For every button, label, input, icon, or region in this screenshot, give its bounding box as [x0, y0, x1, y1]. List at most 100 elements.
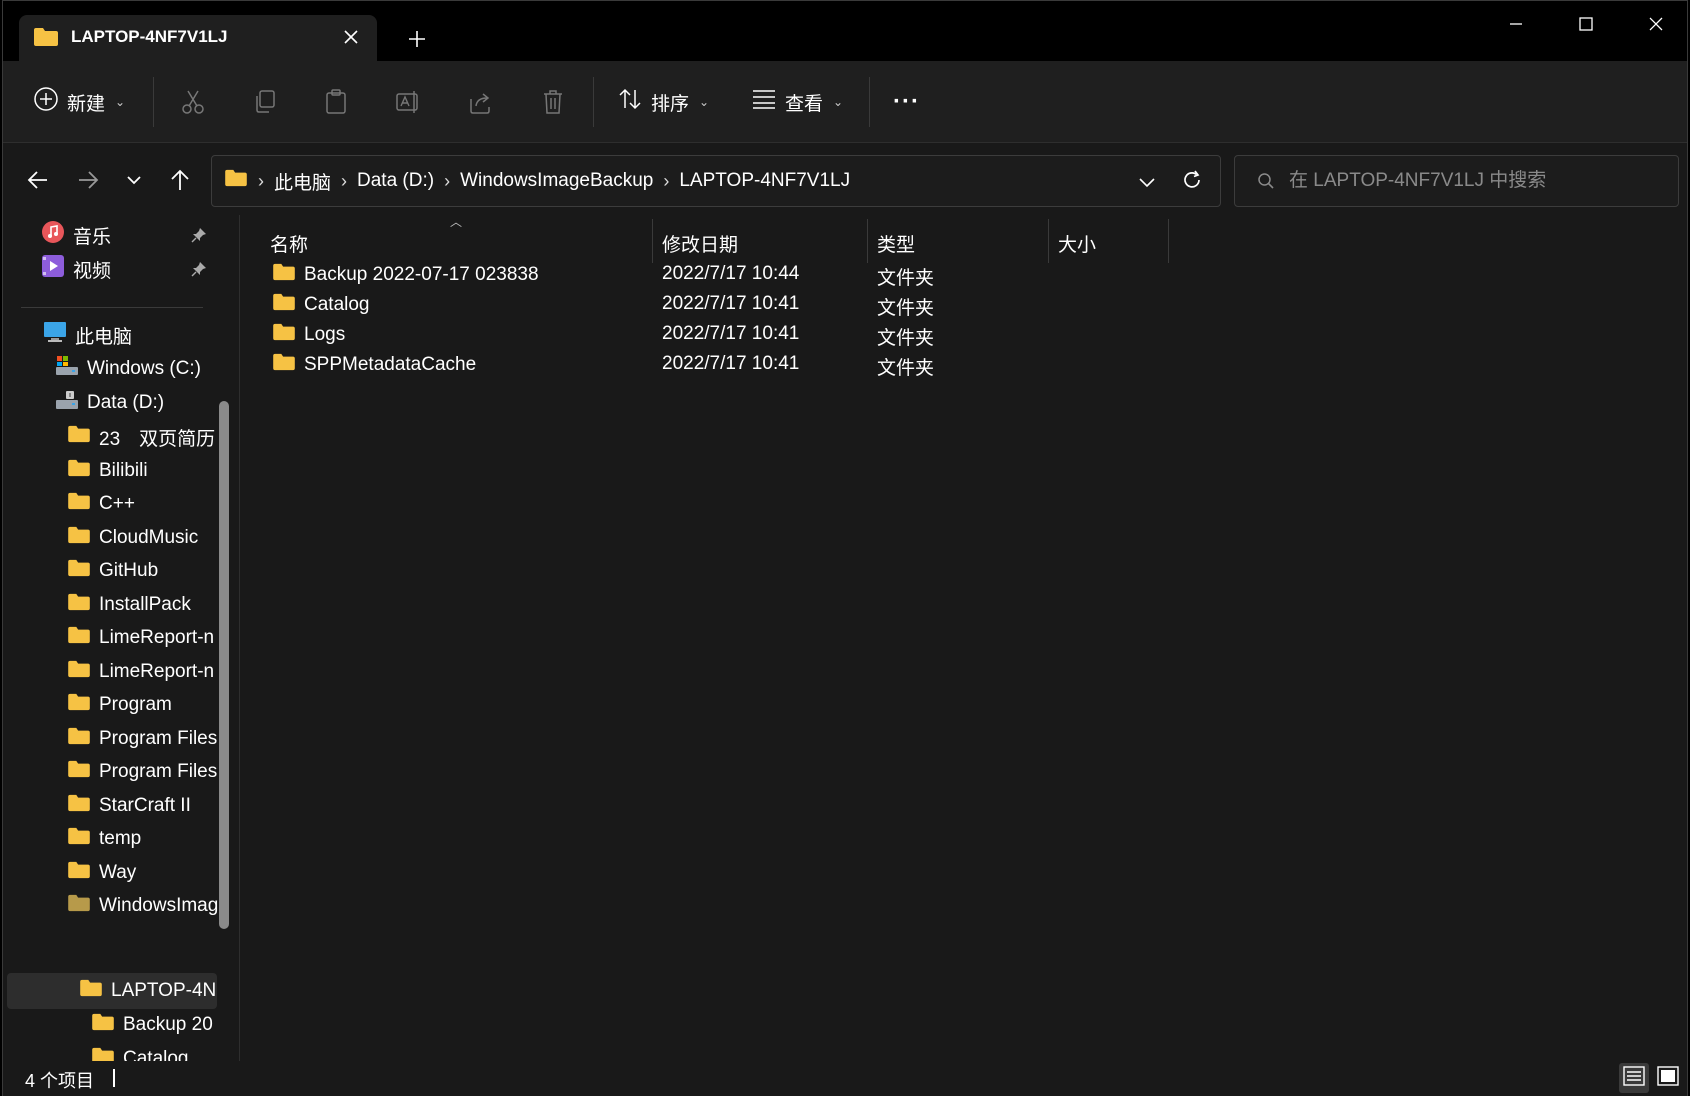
folder-icon — [67, 660, 91, 684]
sidebar-folder-item[interactable]: CloudMusic — [67, 522, 198, 554]
column-divider[interactable] — [867, 219, 868, 263]
sidebar-folder-item[interactable]: Program Files — [67, 756, 217, 788]
sort-ascending-icon: ︿ — [450, 215, 463, 229]
sidebar-item-videos[interactable]: 视频 — [41, 253, 111, 285]
close-tab-icon[interactable] — [339, 25, 363, 49]
copy-icon[interactable] — [250, 87, 280, 117]
view-button[interactable]: 查看 ⌄ — [751, 81, 843, 123]
file-modified: 2022/7/17 10:41 — [662, 323, 800, 344]
refresh-button[interactable] — [1175, 163, 1209, 197]
sidebar-folder-item[interactable]: Program Files — [67, 723, 217, 755]
sidebar-folder-item[interactable]: Way — [67, 857, 136, 889]
file-explorer-window: LAPTOP-4NF7V1LJ 新建 ⌄ 排序 ⌄ 查看 ⌄ ··· › 此电脑… — [2, 0, 1688, 1096]
sidebar-folder-item[interactable]: Bilibili — [67, 455, 148, 487]
details-view-button[interactable] — [1619, 1063, 1649, 1093]
breadcrumb-separator: › — [341, 170, 348, 191]
large-icons-view-icon — [1657, 1065, 1679, 1091]
folder-icon — [67, 794, 91, 818]
sidebar-folder-item[interactable]: 23 双页简历 — [67, 421, 215, 453]
delete-icon[interactable] — [538, 87, 568, 117]
sidebar-folder-item[interactable]: WindowsImag — [67, 890, 218, 922]
sidebar-folder-item[interactable]: InstallPack — [67, 589, 191, 621]
new-button[interactable]: 新建 ⌄ — [33, 81, 125, 123]
sidebar-item-this-pc[interactable]: 此电脑 — [43, 319, 132, 351]
music-icon — [41, 220, 65, 250]
sidebar-folder-item[interactable]: GitHub — [67, 555, 158, 587]
maximize-button[interactable] — [1563, 9, 1609, 39]
file-name: Backup 2022-07-17 023838 — [304, 264, 539, 285]
folder-icon — [67, 727, 91, 751]
recent-locations-button[interactable] — [117, 163, 151, 197]
share-icon[interactable] — [465, 87, 495, 117]
breadcrumb-separator: › — [444, 170, 451, 191]
close-window-button[interactable] — [1633, 9, 1679, 39]
sidebar-divider — [21, 307, 203, 308]
sidebar-item-label: GitHub — [99, 560, 159, 581]
sidebar-item-laptop[interactable]: LAPTOP-4N — [79, 975, 216, 1007]
column-divider[interactable] — [1048, 219, 1049, 263]
file-row[interactable]: Logs 2022/7/17 10:41 文件夹 — [240, 319, 1680, 351]
file-row[interactable]: SPPMetadataCache 2022/7/17 10:41 文件夹 — [240, 349, 1680, 381]
paste-icon[interactable] — [321, 87, 351, 117]
rename-icon[interactable] — [393, 87, 423, 117]
column-divider[interactable] — [1168, 219, 1169, 263]
drive-c-icon — [55, 355, 79, 383]
sidebar-item-label: LimeReport-n — [99, 660, 215, 682]
large-icons-view-button[interactable] — [1653, 1063, 1683, 1093]
file-type: 文件夹 — [877, 328, 935, 349]
folder-icon — [272, 263, 296, 287]
sort-button[interactable]: 排序 ⌄ — [617, 81, 709, 123]
search-box — [1234, 155, 1679, 207]
breadcrumb-laptop[interactable]: LAPTOP-4NF7V1LJ — [679, 170, 850, 192]
pin-icon[interactable] — [189, 225, 209, 245]
sidebar-item-music[interactable]: 音乐 — [41, 219, 111, 251]
search-input[interactable] — [1289, 170, 1649, 192]
column-divider[interactable] — [652, 219, 653, 263]
sidebar-item-backup[interactable]: Backup 20 — [91, 1009, 213, 1041]
file-modified: 2022/7/17 10:41 — [662, 353, 800, 374]
sidebar-item-catalog[interactable]: Catalog — [91, 1043, 189, 1061]
folder-icon — [33, 27, 59, 52]
column-header-modified[interactable]: 修改日期 — [662, 225, 738, 261]
sidebar-scrollbar[interactable] — [219, 401, 229, 929]
breadcrumb-data-d[interactable]: Data (D:) — [357, 170, 434, 192]
pin-icon[interactable] — [189, 259, 209, 279]
folder-icon — [67, 827, 91, 851]
more-options-button[interactable]: ··· — [893, 81, 920, 123]
sidebar-folder-item[interactable]: LimeReport-n — [67, 656, 214, 688]
file-name: Catalog — [304, 294, 370, 315]
address-history-dropdown[interactable] — [1127, 167, 1167, 197]
sidebar-folder-item[interactable]: StarCraft II — [67, 790, 191, 822]
tab-current[interactable]: LAPTOP-4NF7V1LJ — [19, 15, 377, 61]
sidebar-folder-item[interactable]: temp — [67, 823, 141, 855]
new-tab-button[interactable] — [401, 23, 433, 55]
forward-button[interactable] — [71, 163, 105, 197]
file-name: SPPMetadataCache — [304, 354, 477, 375]
up-button[interactable] — [163, 163, 197, 197]
breadcrumb-this-pc[interactable]: 此电脑 — [274, 168, 331, 195]
file-row[interactable]: Backup 2022-07-17 023838 2022/7/17 10:44 文… — [240, 259, 1680, 291]
address-bar[interactable]: › 此电脑 › Data (D:) › WindowsImageBackup ›… — [211, 155, 1221, 207]
file-row[interactable]: Catalog 2022/7/17 10:41 文件夹 — [240, 289, 1680, 321]
folder-icon — [67, 693, 91, 717]
breadcrumb-windowsimagebackup[interactable]: WindowsImageBackup — [460, 170, 653, 192]
chevron-down-icon: ⌄ — [115, 95, 126, 109]
sidebar-folder-item[interactable]: LimeReport-n — [67, 622, 214, 654]
cut-icon[interactable] — [178, 87, 208, 117]
toolbar-divider — [153, 77, 154, 127]
minimize-button[interactable] — [1493, 9, 1539, 39]
sidebar-folder-item[interactable]: C++ — [67, 488, 135, 520]
sidebar-item-label: Program Files — [99, 727, 218, 749]
folder-icon — [67, 492, 91, 516]
back-button[interactable] — [21, 163, 55, 197]
sidebar-item-drive-c[interactable]: Windows (C:) — [55, 353, 201, 385]
add-circle-icon — [33, 86, 59, 118]
sidebar-folder-item[interactable]: Program — [67, 689, 172, 721]
file-type: 文件夹 — [877, 358, 935, 379]
column-header-name[interactable]: 名称 — [270, 225, 308, 261]
column-header-size[interactable]: 大小 — [1058, 225, 1096, 261]
sidebar-item-drive-d[interactable]: Data (D:) — [55, 387, 164, 419]
column-header-type[interactable]: 类型 — [877, 225, 915, 261]
sidebar-item-label: Backup 20 — [123, 1014, 213, 1035]
folder-icon — [67, 626, 91, 650]
